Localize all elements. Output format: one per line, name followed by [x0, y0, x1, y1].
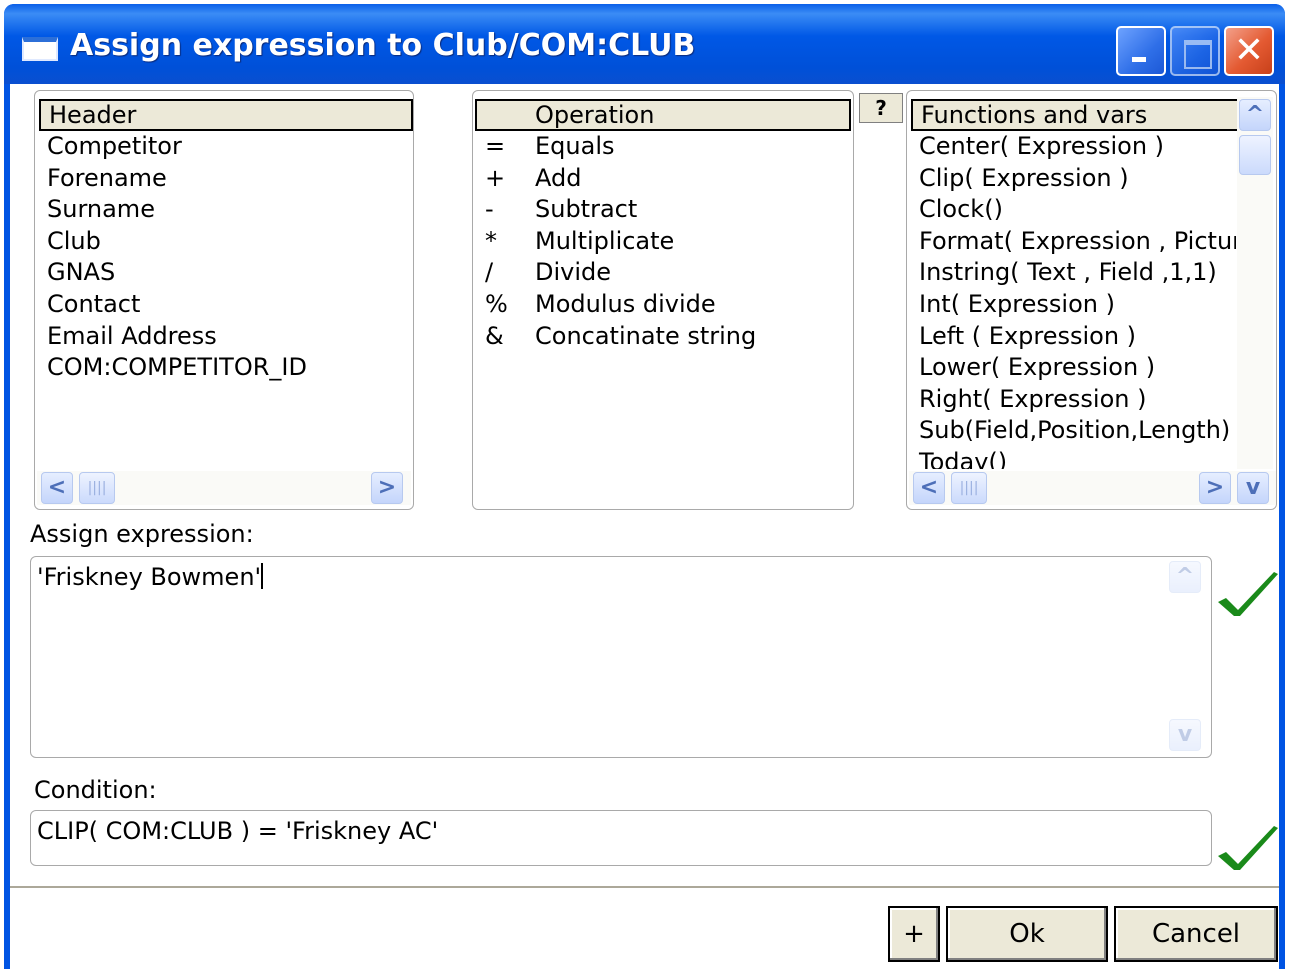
list-item[interactable]: % Modulus divide — [473, 289, 853, 321]
operator-label: Modulus divide — [535, 289, 716, 318]
list-item[interactable]: Center( Expression ) — [907, 131, 1236, 163]
minimize-button[interactable] — [1116, 26, 1166, 76]
assign-expression-value: 'Friskney Bowmen' — [37, 563, 262, 591]
scroll-thumb[interactable]: |||| — [79, 472, 115, 504]
button-row-separator — [10, 886, 1279, 888]
list-item[interactable]: Contact — [35, 289, 413, 321]
scroll-right-button[interactable]: > — [1199, 472, 1231, 504]
list-item[interactable]: Email Address — [35, 321, 413, 353]
functions-column-title[interactable]: Functions and vars — [911, 99, 1239, 131]
scroll-down-button[interactable]: v — [1169, 719, 1201, 751]
functions-vertical-scrollbar[interactable]: ^ — [1237, 97, 1273, 469]
operator-label: Divide — [535, 258, 612, 287]
list-item[interactable]: Competitor — [35, 131, 413, 163]
operator-symbol: & — [485, 321, 504, 350]
functions-listbox[interactable]: Functions and vars Center( Expression ) … — [906, 90, 1277, 510]
condition-input[interactable]: CLIP( COM:CLUB ) = 'Friskney AC' — [30, 810, 1212, 866]
list-item[interactable]: + Add — [473, 163, 853, 195]
title-bar[interactable]: Assign expression to Club/COM:CLUB ✕ — [4, 4, 1285, 84]
maximize-button[interactable] — [1170, 26, 1220, 76]
list-item[interactable]: & Concatinate string — [473, 321, 853, 353]
list-item[interactable]: COM:COMPETITOR_ID — [35, 352, 413, 384]
operator-label: Add — [535, 163, 582, 192]
scroll-up-button[interactable]: ^ — [1239, 99, 1271, 131]
condition-valid-check-icon — [1218, 826, 1278, 870]
header-column-title[interactable]: Header — [39, 99, 413, 131]
assign-expression-input[interactable]: 'Friskney Bowmen' ^ v — [30, 556, 1212, 758]
window-title: Assign expression to Club/COM:CLUB — [70, 28, 696, 63]
operator-label: Subtract — [535, 195, 638, 224]
operator-symbol: / — [485, 258, 494, 287]
header-listbox[interactable]: Header Competitor Forename Surname Club … — [34, 90, 414, 510]
scroll-left-button[interactable]: < — [913, 472, 945, 504]
functions-horizontal-scrollbar[interactable]: < |||| > v — [909, 471, 1276, 505]
operator-symbol: - — [485, 195, 494, 224]
operation-header-label: Operation — [535, 101, 655, 129]
list-item[interactable]: Clock() — [907, 194, 1236, 226]
expression-valid-check-icon — [1218, 572, 1278, 616]
list-item[interactable]: GNAS — [35, 257, 413, 289]
operator-symbol: % — [485, 289, 508, 318]
cancel-button[interactable]: Cancel — [1114, 906, 1278, 962]
operator-symbol: + — [485, 163, 506, 192]
operation-list-items: = Equals + Add - Subtract * Multiplicate / Di… — [473, 131, 853, 352]
operator-label: Concatinate string — [535, 321, 757, 350]
list-item[interactable]: Forename — [35, 163, 413, 195]
list-item[interactable]: Right( Expression ) — [907, 384, 1236, 416]
list-item[interactable]: - Subtract — [473, 194, 853, 226]
list-item[interactable]: = Equals — [473, 131, 853, 163]
scroll-up-button[interactable]: ^ — [1169, 561, 1201, 593]
operation-listbox[interactable]: Operation = Equals + Add - Subtract * Multip… — [472, 90, 854, 510]
functions-list-items: Center( Expression ) Clip( Expression ) … — [907, 131, 1236, 469]
scroll-left-button[interactable]: < — [41, 472, 73, 504]
list-item[interactable]: / Divide — [473, 257, 853, 289]
dialog-client-area: Header Competitor Forename Surname Club … — [10, 84, 1279, 969]
condition-label: Condition: — [34, 776, 157, 804]
list-item[interactable]: Int( Expression ) — [907, 289, 1236, 321]
dialog-window: Assign expression to Club/COM:CLUB ✕ Hea… — [4, 4, 1285, 969]
scroll-right-button[interactable]: > — [371, 472, 403, 504]
operation-column-title[interactable]: Operation — [475, 99, 851, 131]
expression-vertical-scrollbar[interactable]: ^ v — [1167, 559, 1203, 755]
list-item[interactable]: * Multiplicate — [473, 226, 853, 258]
list-item[interactable]: Today() — [907, 447, 1236, 469]
list-item[interactable]: Clip( Expression ) — [907, 163, 1236, 195]
operator-symbol: = — [485, 132, 506, 160]
condition-value: CLIP( COM:CLUB ) = 'Friskney AC' — [37, 817, 439, 845]
maximize-icon — [1172, 28, 1218, 74]
operator-symbol: * — [485, 226, 497, 255]
list-item[interactable]: Format( Expression , Picture — [907, 226, 1236, 258]
operator-label: Multiplicate — [535, 226, 675, 255]
list-item[interactable]: Instring( Text , Field ,1,1) — [907, 257, 1236, 289]
list-item[interactable]: Club — [35, 226, 413, 258]
minimize-icon — [1118, 28, 1164, 74]
help-button[interactable]: ? — [859, 93, 903, 123]
list-item[interactable]: Left ( Expression ) — [907, 321, 1236, 353]
operator-label: Equals — [535, 132, 615, 160]
list-item[interactable]: Sub(Field,Position,Length) — [907, 415, 1236, 447]
scroll-thumb[interactable] — [1239, 135, 1271, 175]
window-icon — [22, 37, 58, 61]
scroll-down-button[interactable]: v — [1237, 472, 1269, 504]
text-caret — [261, 563, 264, 589]
header-list-items: Competitor Forename Surname Club GNAS Co… — [35, 131, 413, 384]
assign-expression-label: Assign expression: — [30, 520, 254, 548]
header-horizontal-scrollbar[interactable]: < |||| > — [37, 471, 411, 505]
close-icon: ✕ — [1233, 30, 1265, 71]
close-button[interactable]: ✕ — [1224, 26, 1274, 76]
plus-button[interactable]: + — [888, 906, 940, 962]
list-item[interactable]: Lower( Expression ) — [907, 352, 1236, 384]
ok-button[interactable]: Ok — [946, 906, 1108, 962]
list-item[interactable]: Surname — [35, 194, 413, 226]
scroll-thumb[interactable]: |||| — [951, 472, 987, 504]
